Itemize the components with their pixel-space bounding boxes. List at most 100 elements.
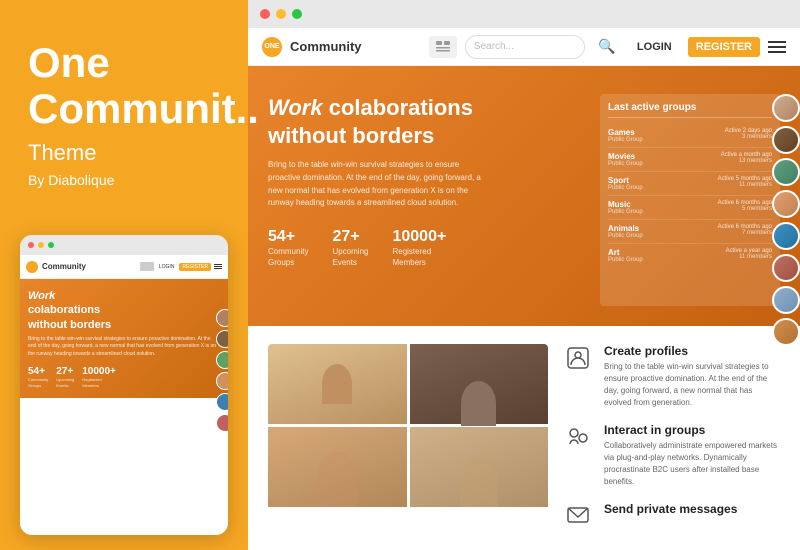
hero-stats: 54+ CommunityGroups 27+ UpcomingEvents 1…: [268, 228, 584, 268]
feature-create-profiles: Create profiles Bring to the table win-w…: [564, 344, 780, 409]
hero-avatar-4: [772, 190, 800, 218]
mobile-stat-num-3: 10000+: [82, 366, 116, 377]
desktop-mockup: ONE Community Search... 🔍 LOGIN REGISTER…: [248, 0, 800, 550]
mobile-stat-label-3: RegisteredMembers: [82, 377, 116, 387]
mobile-stat-1: 54+ CommunityGroups: [28, 366, 48, 387]
mobile-hero-title: Workcolaborationswithout borders: [28, 289, 220, 332]
group-row-sport: Sport Public Group Active 5 months ago 1…: [608, 172, 772, 196]
feature-messages-title: Send private messages: [604, 502, 737, 516]
mobile-nav-icons: LOGIN REGISTER: [140, 262, 222, 271]
mobile-logo-text: Community: [42, 262, 136, 271]
mobile-dot-green: [48, 242, 54, 248]
brand-title: One Communit..: [28, 40, 220, 132]
mobile-site-nav: Community LOGIN REGISTER: [20, 255, 228, 279]
search-placeholder: Search...: [474, 41, 514, 52]
group-members-games: 3 members: [725, 134, 772, 140]
group-name-animals: Animals: [608, 224, 643, 233]
hero-avatar-7: [772, 286, 800, 314]
hero-stat-2: 27+ UpcomingEvents: [332, 228, 368, 268]
message-icon: [564, 502, 592, 530]
site-nav: ONE Community Search... 🔍 LOGIN REGISTER: [248, 28, 800, 66]
feature-create-desc: Bring to the table win-win survival stra…: [604, 361, 780, 409]
mobile-hero-desc: Bring to the table win-win survival stra…: [28, 336, 220, 359]
brand-theme-label: Theme: [28, 140, 220, 166]
grid-view-button[interactable]: [429, 36, 457, 58]
brand-by-label: By Diabolique: [28, 172, 220, 188]
hero-avatar-1: [772, 94, 800, 122]
hamburger-menu[interactable]: [768, 41, 786, 53]
login-button[interactable]: LOGIN: [629, 37, 680, 57]
site-hero: Work colaborationswithout borders Bring …: [248, 66, 800, 326]
mobile-login-btn[interactable]: LOGIN: [157, 263, 177, 271]
photo-cell-2: [410, 344, 549, 424]
profile-icon: [564, 344, 592, 372]
group-type-sport: Public Group: [608, 185, 643, 191]
group-row-music: Music Public Group Active 6 months ago 5…: [608, 196, 772, 220]
hero-content: Work colaborationswithout borders Bring …: [268, 94, 584, 306]
group-name-sport: Sport: [608, 176, 643, 185]
mobile-stat-num-1: 54+: [28, 366, 48, 377]
mobile-hamburger[interactable]: [214, 264, 222, 269]
group-members-music: 5 members: [718, 206, 772, 212]
mobile-avatar-4: [216, 372, 228, 390]
groups-panel: Last active groups Games Public Group Ac…: [600, 94, 780, 306]
mobile-mockup: Community LOGIN REGISTER Workcolaboratio…: [20, 235, 228, 535]
group-type-animals: Public Group: [608, 233, 643, 239]
group-row-movies: Movies Public Group Active a month ago 1…: [608, 148, 772, 172]
mobile-logo-dot: [26, 261, 38, 273]
logo-letter: ONE: [264, 43, 279, 50]
search-button[interactable]: 🔍: [593, 36, 621, 58]
group-type-games: Public Group: [608, 137, 643, 143]
feature-interact-desc: Collaboratively administrate empowered m…: [604, 440, 780, 488]
mobile-stat-label-2: UpcomingEvents: [56, 377, 74, 387]
mobile-stat-2: 27+ UpcomingEvents: [56, 366, 74, 387]
mobile-dot-red: [28, 242, 34, 248]
site-logo-text: Community: [290, 39, 362, 54]
group-type-music: Public Group: [608, 209, 643, 215]
group-row-animals: Animals Public Group Active 6 months ago…: [608, 220, 772, 244]
hero-title-work: Work: [268, 95, 323, 120]
feature-send-messages: Send private messages: [564, 502, 780, 530]
group-members-movies: 13 members: [721, 158, 772, 164]
photo-cell-3: [268, 427, 407, 507]
group-type-art: Public Group: [608, 257, 643, 263]
browser-dot-yellow[interactable]: [276, 9, 286, 19]
mobile-register-btn[interactable]: REGISTER: [179, 263, 211, 271]
features-list: Create profiles Bring to the table win-w…: [564, 344, 780, 530]
mobile-avatar-5: [216, 393, 228, 411]
feature-interact-content: Interact in groups Collaboratively admin…: [604, 423, 780, 488]
feature-create-title: Create profiles: [604, 344, 780, 358]
hero-avatar-3: [772, 158, 800, 186]
mobile-stat-num-2: 27+: [56, 366, 74, 377]
feature-messages-content: Send private messages: [604, 502, 737, 519]
mobile-hero: Workcolaborationswithout borders Bring t…: [20, 279, 228, 398]
browser-dot-green[interactable]: [292, 9, 302, 19]
photo-cell-1: [268, 344, 407, 424]
feature-create-content: Create profiles Bring to the table win-w…: [604, 344, 780, 409]
photo-grid: [268, 344, 548, 530]
group-members-animals: 7 members: [718, 230, 772, 236]
mobile-avatar-6: [216, 414, 228, 432]
browser-dot-red[interactable]: [260, 9, 270, 19]
feature-interact-groups: Interact in groups Collaboratively admin…: [564, 423, 780, 488]
group-type-movies: Public Group: [608, 161, 643, 167]
groups-panel-title: Last active groups: [608, 102, 772, 118]
photo-cell-4: [410, 427, 549, 507]
group-row-art: Art Public Group Active a year ago 11 me…: [608, 244, 772, 267]
hero-stat-num-3: 10000+: [392, 228, 446, 246]
mobile-avatars: [216, 309, 228, 432]
mobile-dot-yellow: [38, 242, 44, 248]
site-logo-dot: ONE: [262, 37, 282, 57]
mobile-avatar-1: [216, 309, 228, 327]
interact-icon: [564, 423, 592, 451]
brand-title-one: One: [28, 39, 110, 86]
hero-description: Bring to the table win-win survival stra…: [268, 159, 488, 210]
hero-stat-num-1: 54+: [268, 228, 308, 246]
hero-avatar-8: [772, 318, 800, 346]
browser-top-bar: [248, 0, 800, 28]
group-name-art: Art: [608, 248, 643, 257]
hero-avatar-6: [772, 254, 800, 282]
hero-avatars: [772, 94, 800, 346]
register-button[interactable]: REGISTER: [688, 37, 760, 57]
hero-stat-label-2: UpcomingEvents: [332, 246, 368, 268]
